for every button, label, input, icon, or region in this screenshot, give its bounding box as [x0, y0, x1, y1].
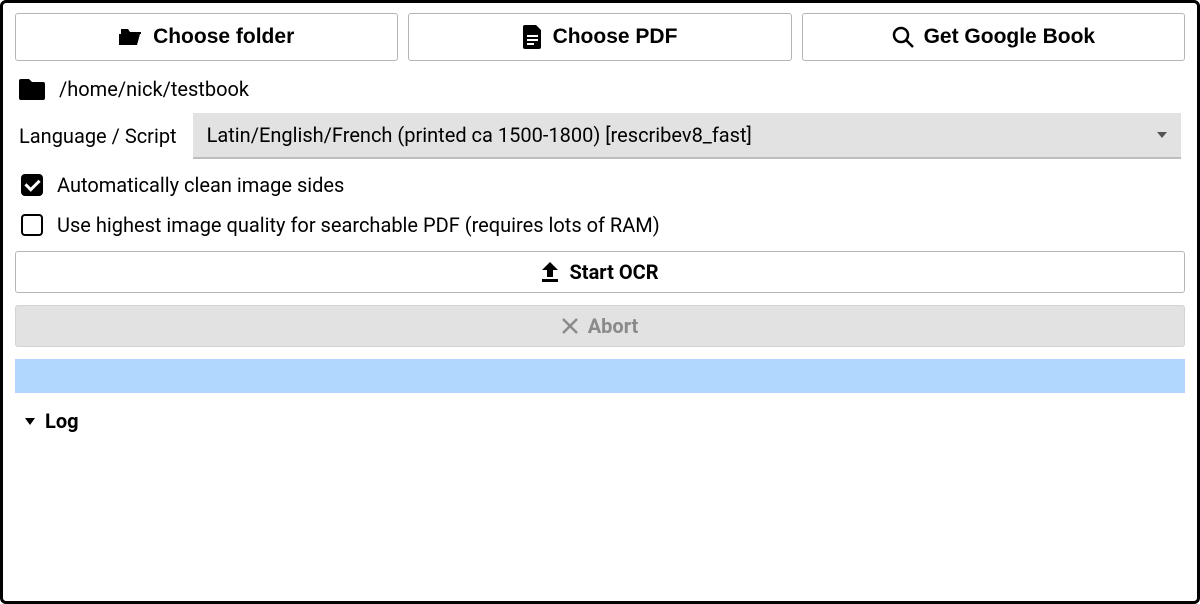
search-icon — [892, 26, 914, 48]
clean-sides-checkbox[interactable] — [21, 174, 43, 196]
language-select[interactable]: Latin/English/French (printed ca 1500-18… — [193, 113, 1181, 159]
path-text: /home/nick/testbook — [59, 77, 249, 101]
get-google-book-button[interactable]: Get Google Book — [802, 13, 1185, 61]
start-ocr-label: Start OCR — [569, 260, 658, 284]
language-label: Language / Script — [19, 124, 177, 148]
folder-open-icon — [119, 27, 143, 47]
path-display: /home/nick/testbook — [15, 73, 1185, 101]
language-selected-value: Latin/English/French (printed ca 1500-18… — [207, 123, 752, 147]
log-label: Log — [45, 409, 79, 433]
start-ocr-button[interactable]: Start OCR — [15, 251, 1185, 293]
log-expander[interactable]: Log — [15, 405, 1185, 437]
progress-bar — [15, 359, 1185, 393]
choose-folder-label: Choose folder — [153, 25, 294, 49]
clean-sides-label: Automatically clean image sides — [57, 173, 344, 197]
folder-icon — [19, 79, 45, 100]
abort-button: Abort — [15, 305, 1185, 347]
upload-icon — [541, 262, 559, 282]
choose-pdf-label: Choose PDF — [553, 25, 678, 49]
choose-pdf-button[interactable]: Choose PDF — [408, 13, 791, 61]
highest-quality-checkbox[interactable] — [21, 214, 43, 236]
chevron-down-icon — [25, 418, 35, 425]
file-icon — [523, 25, 543, 49]
chevron-down-icon — [1157, 132, 1167, 138]
highest-quality-label: Use highest image quality for searchable… — [57, 213, 660, 237]
choose-folder-button[interactable]: Choose folder — [15, 13, 398, 61]
get-google-book-label: Get Google Book — [924, 25, 1096, 49]
close-icon — [562, 318, 578, 334]
abort-label: Abort — [588, 314, 639, 338]
